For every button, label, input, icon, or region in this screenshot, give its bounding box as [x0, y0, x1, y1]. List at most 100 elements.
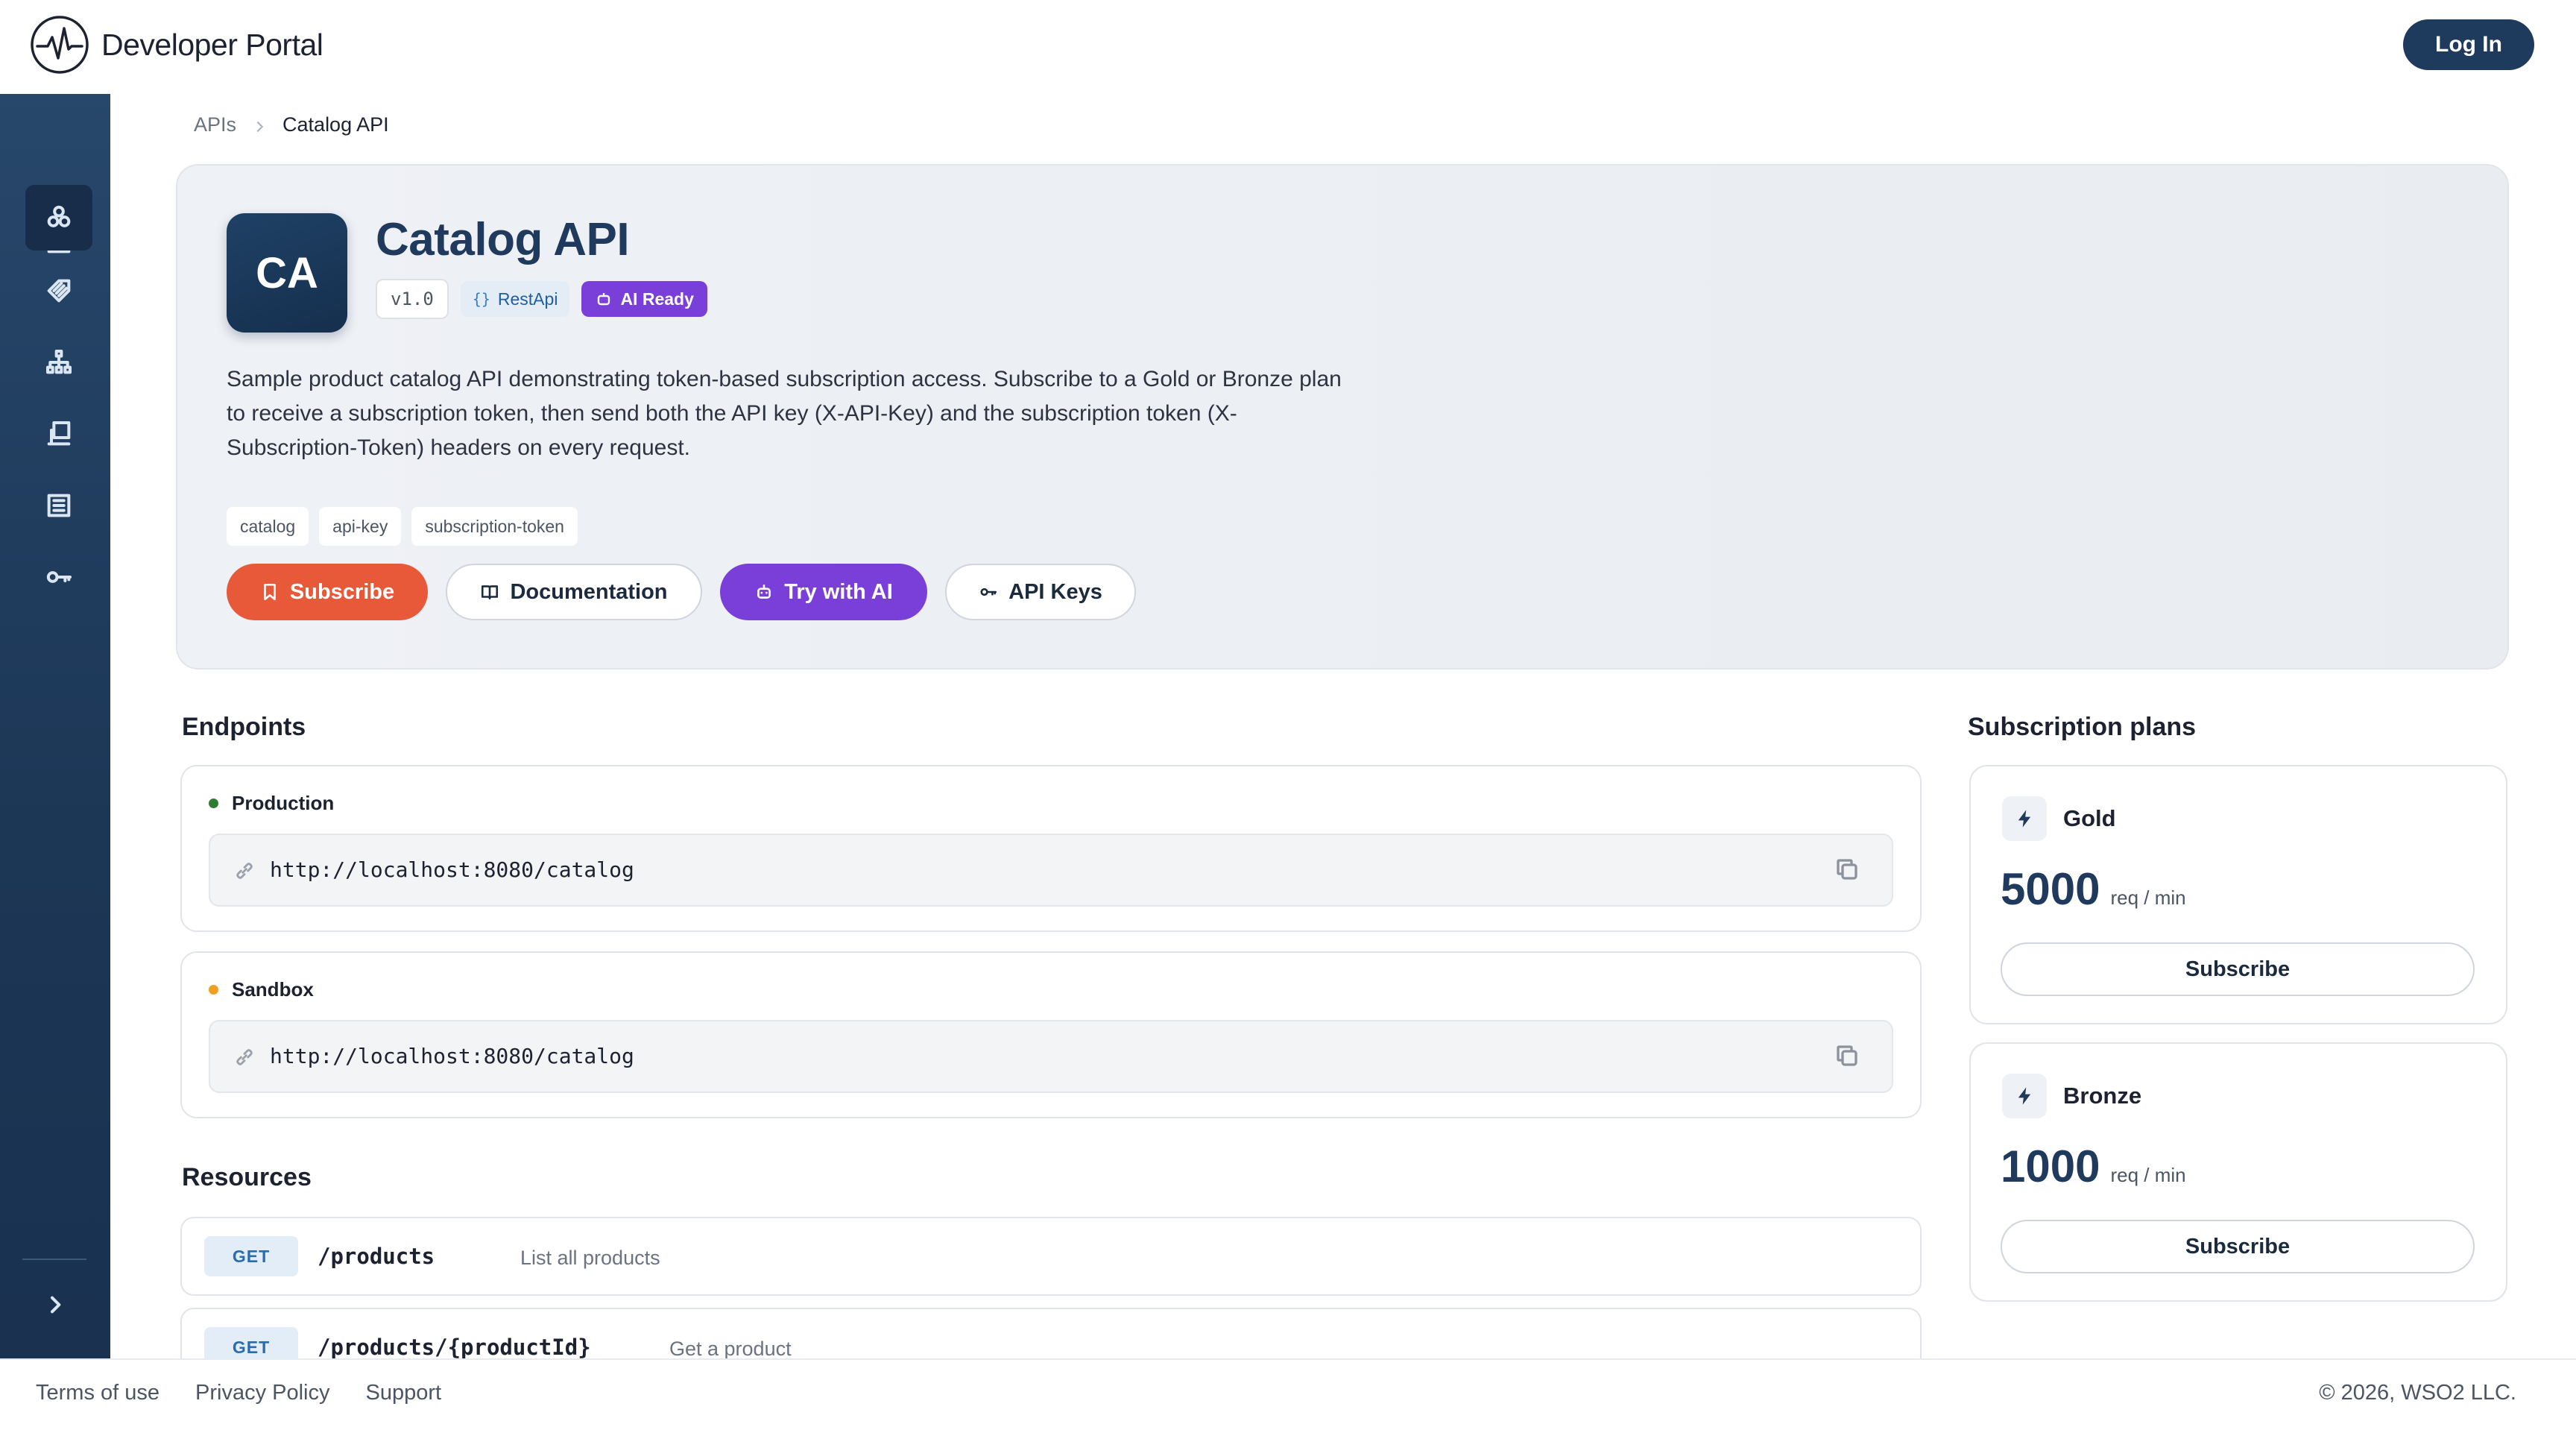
resource-path: /products/{productId}: [318, 1335, 591, 1358]
endpoint-url[interactable]: http://localhost:8080/catalog: [270, 857, 634, 882]
status-dot: [209, 799, 218, 808]
plan-name: Gold: [2063, 805, 2116, 831]
pulse-logo-icon: [31, 16, 89, 74]
tag-icon: [47, 279, 71, 303]
http-method-badge: GET: [204, 1236, 298, 1276]
copyright: © 2026, WSO2 LLC.: [2319, 1381, 2516, 1405]
resource-row[interactable]: GET /products List all products: [180, 1217, 1922, 1296]
tag-chip[interactable]: api-key: [319, 507, 402, 546]
footer-links: Terms of use Privacy Policy Support: [36, 1381, 477, 1405]
applications-icon: [47, 421, 71, 446]
key-icon: [46, 571, 72, 583]
braces-icon: {}: [472, 290, 490, 308]
plan-rate-value: 5000: [2001, 864, 2100, 914]
copy-icon[interactable]: [1834, 1042, 1863, 1072]
plan-rate-unit: req / min: [2110, 1164, 2186, 1186]
bookmark-icon: [264, 583, 276, 601]
link-icon: [234, 1047, 255, 1068]
robot-icon: [757, 585, 771, 599]
documentation-label: Documentation: [510, 579, 668, 604]
key-icon: [980, 588, 997, 596]
endpoint-url-box: http://localhost:8080/catalog: [209, 1020, 1893, 1093]
sidebar-divider: [22, 1259, 86, 1260]
copy-icon[interactable]: [1834, 856, 1863, 886]
chevron-right-icon: [51, 1296, 61, 1314]
resource-description: Get a product: [669, 1338, 792, 1358]
plan-subscribe-button[interactable]: Subscribe: [2001, 942, 2475, 996]
api-keys-button[interactable]: API Keys: [945, 564, 1136, 620]
api-actions: Subscribe Documentation Try with AI API …: [227, 564, 1154, 620]
org-chart-icon: [45, 350, 72, 374]
apis-icon: [47, 205, 71, 227]
endpoint-env-label: Sandbox: [232, 978, 314, 1001]
ai-ready-badge: AI Ready: [581, 281, 707, 317]
breadcrumb: APIs Catalog API: [194, 113, 389, 136]
status-dot: [209, 985, 218, 995]
footer: Terms of use Privacy Policy Support © 20…: [0, 1358, 2576, 1430]
sidebar-item-docs[interactable]: [25, 473, 92, 538]
resources-title: Resources: [182, 1163, 312, 1191]
breadcrumb-apis-link[interactable]: APIs: [194, 113, 236, 136]
resource-path: /products: [318, 1244, 435, 1269]
plan-rate-value: 1000: [2001, 1141, 2100, 1191]
sidebar-item-applications[interactable]: [25, 401, 92, 467]
brand[interactable]: Developer Portal: [30, 15, 323, 75]
tag-chip[interactable]: subscription-token: [411, 507, 578, 546]
api-hero-card: CA Catalog API v1.0 {} RestApi AI Ready …: [176, 164, 2509, 670]
footer-link-privacy[interactable]: Privacy Policy: [195, 1381, 330, 1405]
sidebar-item-apis[interactable]: [25, 185, 92, 251]
tag-chip[interactable]: catalog: [227, 507, 309, 546]
plan-rate: 1000 req / min: [2001, 1141, 2186, 1192]
resource-description: List all products: [520, 1247, 660, 1269]
book-icon: [482, 585, 499, 599]
subscription-plans-title: Subscription plans: [1968, 713, 2197, 741]
endpoint-env: Production: [209, 792, 334, 815]
resource-row[interactable]: GET /products/{productId} Get a product: [180, 1308, 1922, 1358]
endpoint-env-label: Production: [232, 792, 335, 814]
sidebar-item-keys[interactable]: [25, 544, 92, 610]
try-with-ai-button[interactable]: Try with AI: [720, 564, 927, 620]
api-type-label: RestApi: [497, 289, 558, 309]
http-method-badge: GET: [204, 1327, 298, 1358]
endpoint-card-sandbox: Sandbox http://localhost:8080/catalog: [180, 951, 1922, 1118]
plan-card-gold: Gold 5000 req / min Subscribe: [1969, 765, 2507, 1024]
sidebar: [0, 94, 110, 1358]
endpoint-env: Sandbox: [209, 978, 314, 1001]
endpoints-title: Endpoints: [182, 713, 306, 741]
docs-icon: [47, 494, 71, 517]
plan-subscribe-button[interactable]: Subscribe: [2001, 1220, 2475, 1273]
api-title: Catalog API: [376, 214, 630, 265]
endpoint-card-production: Production http://localhost:8080/catalog: [180, 765, 1922, 932]
footer-link-terms[interactable]: Terms of use: [36, 1381, 160, 1405]
robot-icon: [598, 293, 610, 306]
lightning-icon: [2002, 796, 2047, 841]
main-content: APIs Catalog API CA Catalog API v1.0 {} …: [110, 94, 2576, 1358]
brand-name: Developer Portal: [101, 27, 323, 62]
endpoint-url[interactable]: http://localhost:8080/catalog: [270, 1044, 634, 1068]
subscribe-button[interactable]: Subscribe: [227, 564, 428, 620]
api-avatar: CA: [227, 213, 347, 333]
sidebar-item-organization[interactable]: [25, 330, 92, 395]
sidebar-collapse-button[interactable]: [37, 1287, 73, 1323]
link-icon: [234, 860, 255, 881]
plan-name: Bronze: [2063, 1083, 2142, 1109]
lightning-icon: [2002, 1074, 2047, 1118]
subscribe-label: Subscribe: [289, 579, 395, 604]
version-badge: v1.0: [376, 279, 449, 319]
api-type-badge: {} RestApi: [460, 281, 570, 317]
login-button[interactable]: Log In: [2403, 19, 2534, 70]
breadcrumb-current: Catalog API: [282, 113, 389, 136]
plan-card-bronze: Bronze 1000 req / min Subscribe: [1969, 1042, 2507, 1302]
footer-link-support[interactable]: Support: [366, 1381, 442, 1405]
breadcrumb-separator-icon: [251, 117, 268, 133]
api-description: Sample product catalog API demonstrating…: [227, 367, 1342, 460]
plan-rate: 5000 req / min: [2001, 863, 2186, 915]
sidebar-item-tags[interactable]: [25, 258, 92, 324]
documentation-button[interactable]: Documentation: [446, 564, 702, 620]
api-badges: v1.0 {} RestApi AI Ready: [376, 279, 707, 319]
try-with-ai-label: Try with AI: [784, 579, 893, 604]
endpoint-url-box: http://localhost:8080/catalog: [209, 834, 1893, 907]
api-tags: catalog api-key subscription-token: [227, 507, 588, 546]
top-bar: Developer Portal Log In: [0, 0, 2576, 94]
ai-ready-label: AI Ready: [620, 289, 694, 309]
